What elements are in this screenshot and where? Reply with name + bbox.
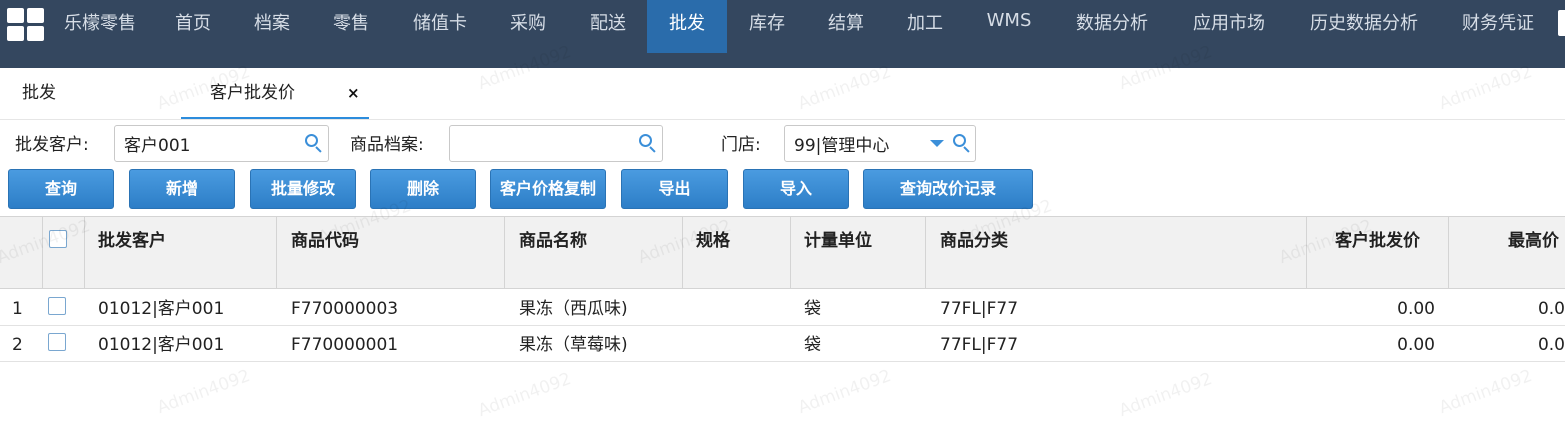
app-grid-icon[interactable] bbox=[7, 8, 45, 42]
tab-bar: 批发 客户批发价 × bbox=[0, 68, 1565, 120]
column-header-unit[interactable]: 计量单位 bbox=[791, 217, 926, 288]
nav-item-settlement[interactable]: 结算 bbox=[815, 0, 877, 53]
nav-overflow-indicator[interactable] bbox=[1558, 10, 1565, 36]
search-icon[interactable] bbox=[953, 134, 971, 153]
row-number: 2 bbox=[12, 335, 23, 355]
table-row[interactable]: 2 01012|客户001 F770000001 果冻（草莓味) 袋 77FL|… bbox=[0, 326, 1565, 362]
nav-item-processing[interactable]: 加工 bbox=[894, 0, 956, 53]
tab-customer-wholesale-price[interactable]: 客户批发价 bbox=[181, 68, 369, 119]
cell-product-name: 果冻（草莓味) bbox=[519, 335, 628, 355]
row-checkbox[interactable] bbox=[48, 297, 66, 315]
cell-product-code: F770000003 bbox=[291, 299, 399, 319]
column-header-product-name[interactable]: 商品名称 bbox=[505, 217, 683, 288]
nav-item-stored-value-card[interactable]: 储值卡 bbox=[402, 0, 478, 53]
watermark: Admin4092 bbox=[1116, 368, 1215, 422]
store-filter-label: 门店: bbox=[721, 135, 761, 155]
product-filter-label: 商品档案: bbox=[350, 135, 424, 155]
watermark: Admin4092 bbox=[475, 368, 574, 422]
cell-product-name: 果冻（西瓜味) bbox=[519, 299, 628, 319]
cell-unit: 袋 bbox=[804, 335, 821, 355]
nav-item-wms[interactable]: WMS bbox=[974, 0, 1044, 53]
cell-customer: 01012|客户001 bbox=[98, 299, 225, 319]
column-header-category[interactable]: 商品分类 bbox=[926, 217, 1307, 288]
customer-filter-label: 批发客户: bbox=[15, 135, 89, 155]
watermark: Admin4092 bbox=[1436, 365, 1535, 419]
nav-item-inventory[interactable]: 库存 bbox=[736, 0, 798, 53]
column-header-product-code[interactable]: 商品代码 bbox=[277, 217, 505, 288]
search-icon[interactable] bbox=[305, 134, 323, 153]
delete-button[interactable]: 删除 bbox=[370, 169, 476, 209]
cell-category: 77FL|F77 bbox=[940, 335, 1019, 355]
select-all-header bbox=[43, 217, 85, 288]
column-header-spec[interactable]: 规格 bbox=[683, 217, 791, 288]
store-filter-select[interactable] bbox=[784, 125, 976, 162]
nav-item-finance-voucher[interactable]: 财务凭证 bbox=[1452, 0, 1544, 53]
cell-unit: 袋 bbox=[804, 299, 821, 319]
chevron-down-icon[interactable] bbox=[930, 140, 944, 147]
price-change-log-button[interactable]: 查询改价记录 bbox=[863, 169, 1033, 209]
nav-item-purchase[interactable]: 采购 bbox=[497, 0, 559, 53]
watermark: Admin4092 bbox=[154, 365, 253, 419]
product-filter-input[interactable] bbox=[449, 125, 663, 162]
column-header-max-price[interactable]: 最高价 bbox=[1449, 217, 1565, 288]
export-button[interactable]: 导出 bbox=[621, 169, 728, 209]
nav-item-history-data-analysis[interactable]: 历史数据分析 bbox=[1300, 0, 1428, 53]
row-checkbox[interactable] bbox=[48, 333, 66, 351]
column-header-customer-price[interactable]: 客户批发价 bbox=[1307, 217, 1449, 288]
copy-customer-price-button[interactable]: 客户价格复制 bbox=[490, 169, 606, 209]
customer-filter-input[interactable] bbox=[114, 125, 329, 162]
nav-item-wholesale[interactable]: 批发 bbox=[647, 0, 727, 53]
nav-item-data-analysis[interactable]: 数据分析 bbox=[1066, 0, 1158, 53]
nav-item-distribution[interactable]: 配送 bbox=[577, 0, 639, 53]
query-button[interactable]: 查询 bbox=[8, 169, 114, 209]
search-icon[interactable] bbox=[639, 134, 657, 153]
watermark: Admin4092 bbox=[795, 365, 894, 419]
select-all-checkbox[interactable] bbox=[49, 230, 67, 248]
tab-wholesale[interactable]: 批发 bbox=[0, 68, 180, 119]
cell-category: 77FL|F77 bbox=[940, 299, 1019, 319]
close-icon[interactable]: × bbox=[347, 85, 360, 101]
cell-max-price: 0.0 bbox=[1537, 299, 1565, 319]
batch-edit-button[interactable]: 批量修改 bbox=[250, 169, 356, 209]
grid-header: 批发客户 商品代码 商品名称 规格 计量单位 商品分类 客户批发价 最高价 bbox=[0, 216, 1565, 289]
column-header-customer[interactable]: 批发客户 bbox=[85, 217, 277, 288]
top-nav-bar: 乐檬零售 首页 档案 零售 储值卡 采购 配送 批发 库存 结算 加工 WMS … bbox=[0, 0, 1565, 68]
nav-item-archive[interactable]: 档案 bbox=[241, 0, 303, 53]
cell-customer-price: 0.00 bbox=[1397, 335, 1435, 355]
import-button[interactable]: 导入 bbox=[743, 169, 849, 209]
row-number: 1 bbox=[12, 299, 23, 319]
cell-customer-price: 0.00 bbox=[1397, 299, 1435, 319]
tab-label: 客户批发价 bbox=[210, 83, 295, 103]
cell-customer: 01012|客户001 bbox=[98, 335, 225, 355]
nav-item-retail[interactable]: 零售 bbox=[320, 0, 382, 53]
brand-name[interactable]: 乐檬零售 bbox=[64, 12, 136, 36]
nav-item-home[interactable]: 首页 bbox=[162, 0, 224, 53]
nav-item-app-market[interactable]: 应用市场 bbox=[1183, 0, 1275, 53]
add-button[interactable]: 新增 bbox=[129, 169, 235, 209]
table-row[interactable]: 1 01012|客户001 F770000003 果冻（西瓜味) 袋 77FL|… bbox=[0, 290, 1565, 326]
row-number-header bbox=[0, 217, 43, 288]
cell-product-code: F770000001 bbox=[291, 335, 399, 355]
cell-max-price: 0.0 bbox=[1537, 335, 1565, 355]
